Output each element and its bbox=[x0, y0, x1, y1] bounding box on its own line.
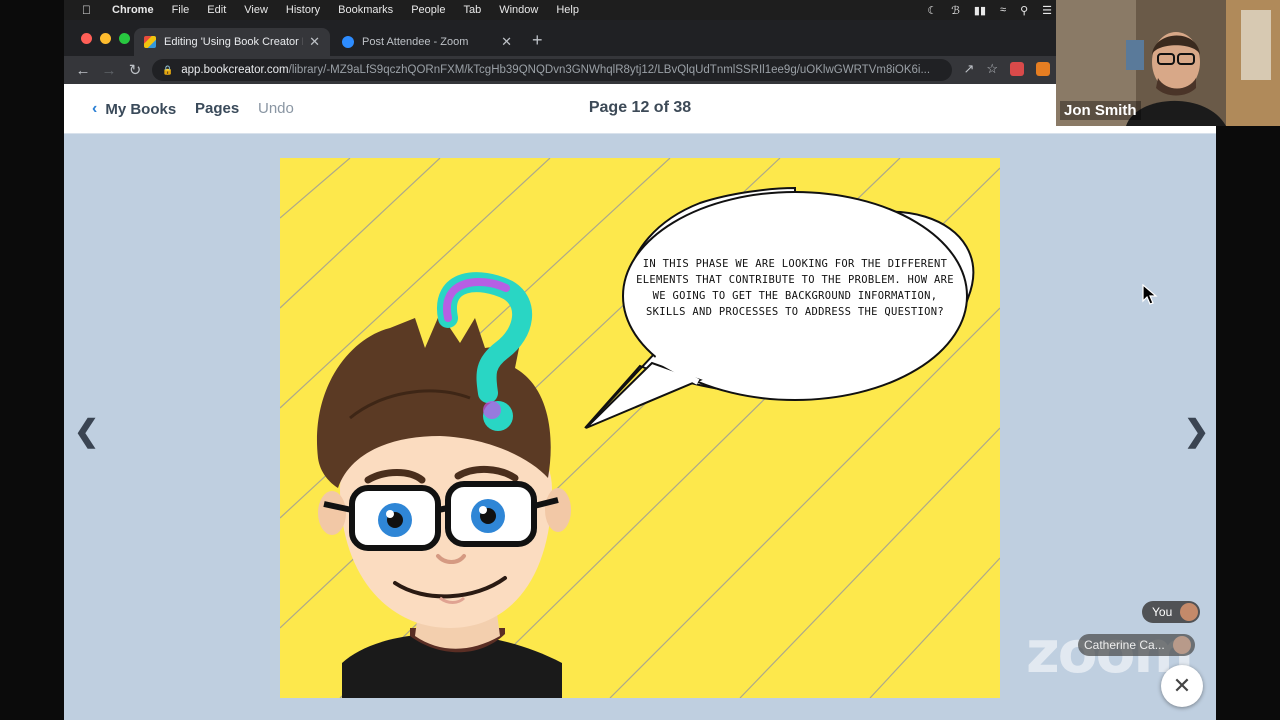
zoom-window-icon[interactable] bbox=[119, 33, 130, 44]
menu-bookmarks[interactable]: Bookmarks bbox=[338, 4, 393, 16]
forward-icon[interactable]: → bbox=[96, 62, 122, 79]
participant-name: Jon Smith bbox=[1060, 101, 1141, 120]
other-participant-name: Catherine Ca... bbox=[1084, 638, 1165, 652]
close-window-icon[interactable] bbox=[81, 33, 92, 44]
extension-icon[interactable] bbox=[1010, 62, 1024, 76]
status-icons: ☾ ℬ ▮▮ ≈ ⚲ ☰ bbox=[927, 0, 1056, 20]
book-page-canvas[interactable]: In this phase we are looking for the dif… bbox=[280, 158, 1000, 698]
wifi-icon[interactable]: ≈ bbox=[1000, 4, 1006, 16]
address-bar[interactable]: 🔒 app.bookcreator.com /library/-MZ9aLfS9… bbox=[152, 59, 952, 81]
tab-label: Post Attendee - Zoom bbox=[362, 36, 469, 48]
menu-help[interactable]: Help bbox=[556, 4, 579, 16]
extension-icon[interactable] bbox=[1036, 62, 1050, 76]
menu-app-name[interactable]: Chrome bbox=[112, 4, 154, 16]
window-controls bbox=[81, 33, 130, 44]
close-tab-icon[interactable]: ✕ bbox=[501, 34, 512, 50]
menu-tab[interactable]: Tab bbox=[463, 4, 481, 16]
page-indicator: Page 12 of 38 bbox=[588, 99, 692, 116]
zoom-favicon-icon bbox=[342, 36, 354, 48]
mouse-cursor-icon bbox=[1142, 284, 1158, 305]
self-label: You bbox=[1152, 605, 1173, 619]
new-tab-icon[interactable]: + bbox=[532, 31, 543, 49]
close-icon[interactable]: ✕ bbox=[1161, 665, 1203, 707]
browser-chrome: Editing 'Using Book Creator In ✕ Post At… bbox=[64, 20, 1056, 84]
participant-pill[interactable]: Catherine Ca... bbox=[1078, 634, 1195, 656]
editor-toolbar: ‹ My Books Pages Undo Page 12 of 38 bbox=[64, 84, 1216, 134]
back-icon[interactable]: ← bbox=[70, 62, 96, 79]
comic-illustration bbox=[280, 158, 1000, 698]
reload-icon[interactable]: ↻ bbox=[122, 61, 148, 79]
avatar bbox=[1172, 636, 1191, 654]
zoom-video-tile[interactable]: Jon Smith bbox=[1056, 0, 1280, 126]
menu-people[interactable]: People bbox=[411, 4, 445, 16]
tab-label: Editing 'Using Book Creator In bbox=[164, 36, 304, 48]
menu-file[interactable]: File bbox=[172, 4, 190, 16]
book-creator-favicon-icon bbox=[144, 36, 156, 48]
apple-icon[interactable]:  bbox=[82, 3, 98, 17]
lock-icon: 🔒 bbox=[162, 64, 174, 75]
minimize-window-icon[interactable] bbox=[100, 33, 111, 44]
tab-book-creator[interactable]: Editing 'Using Book Creator In ✕ bbox=[134, 28, 330, 56]
next-page-icon[interactable]: ❯ bbox=[1184, 414, 1209, 449]
close-tab-icon[interactable]: ✕ bbox=[309, 34, 320, 50]
menu-edit[interactable]: Edit bbox=[207, 4, 226, 16]
menu-history[interactable]: History bbox=[286, 4, 320, 16]
control-center-icon[interactable]: ☰ bbox=[1042, 4, 1052, 17]
url-host: app.bookcreator.com bbox=[181, 64, 289, 76]
screen:  Chrome File Edit View History Bookmark… bbox=[0, 0, 1280, 720]
menu-view[interactable]: View bbox=[244, 4, 268, 16]
toolbar-actions: ↗ ☆ bbox=[963, 61, 1050, 77]
open-external-icon[interactable]: ↗ bbox=[963, 61, 974, 77]
previous-page-icon[interactable]: ❮ bbox=[74, 414, 99, 449]
navigation-bar: ← → ↻ 🔒 app.bookcreator.com /library/-MZ… bbox=[64, 56, 1056, 84]
speech-bubble-text[interactable]: In this phase we are looking for the dif… bbox=[635, 256, 955, 320]
battery-icon[interactable]: ▮▮ bbox=[974, 4, 986, 17]
bookmark-star-icon[interactable]: ☆ bbox=[986, 61, 998, 77]
url-path: /library/-MZ9aLfS9qczhQORnFXM/kTcgHb39QN… bbox=[288, 64, 931, 76]
mac-menu-bar:  Chrome File Edit View History Bookmark… bbox=[64, 0, 1056, 20]
bluetooth-icon[interactable]: ℬ bbox=[951, 4, 960, 17]
moon-icon[interactable]: ☾ bbox=[927, 4, 937, 17]
tab-zoom[interactable]: Post Attendee - Zoom ✕ bbox=[332, 28, 522, 56]
menu-window[interactable]: Window bbox=[499, 4, 538, 16]
spotlight-icon[interactable]: ⚲ bbox=[1020, 4, 1028, 17]
